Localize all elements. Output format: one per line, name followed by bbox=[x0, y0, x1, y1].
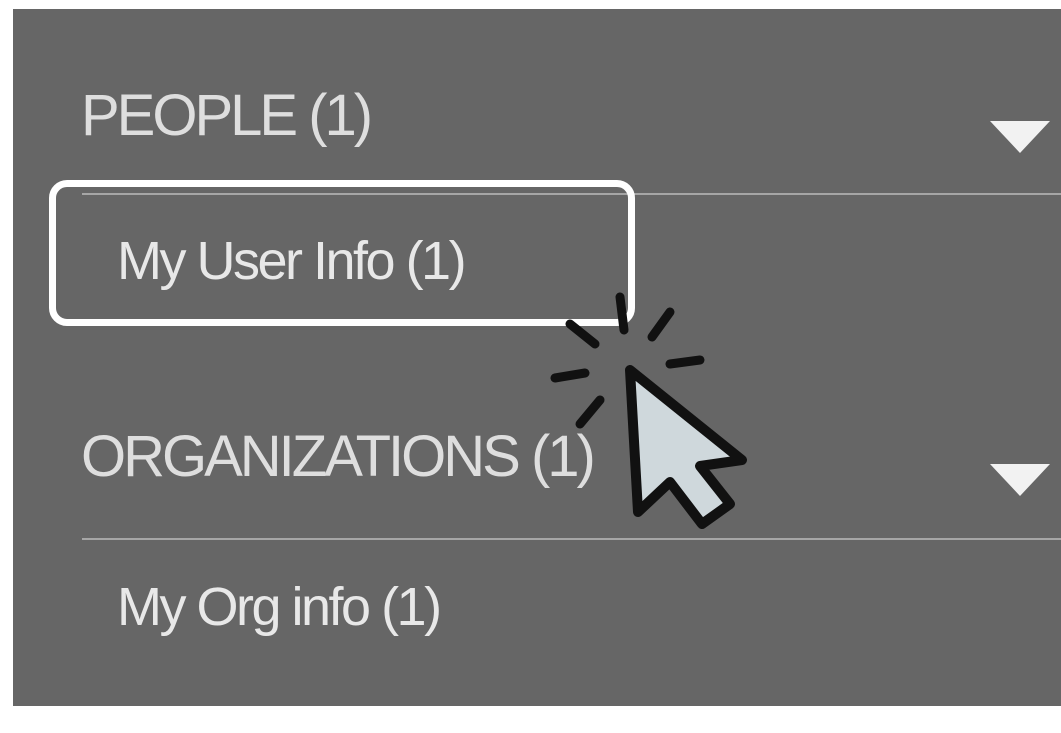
section-title-organizations: ORGANIZATIONS (1) bbox=[81, 424, 596, 489]
section-header-organizations[interactable]: ORGANIZATIONS (1) bbox=[13, 9, 1061, 496]
list-item-label: My Org info (1) bbox=[117, 577, 442, 637]
caret-down-icon[interactable] bbox=[990, 464, 1050, 496]
caret-down-icon[interactable] bbox=[990, 121, 1050, 153]
mouse-pointer-click-icon bbox=[550, 292, 747, 529]
section-title-people: PEOPLE (1) bbox=[81, 83, 373, 148]
